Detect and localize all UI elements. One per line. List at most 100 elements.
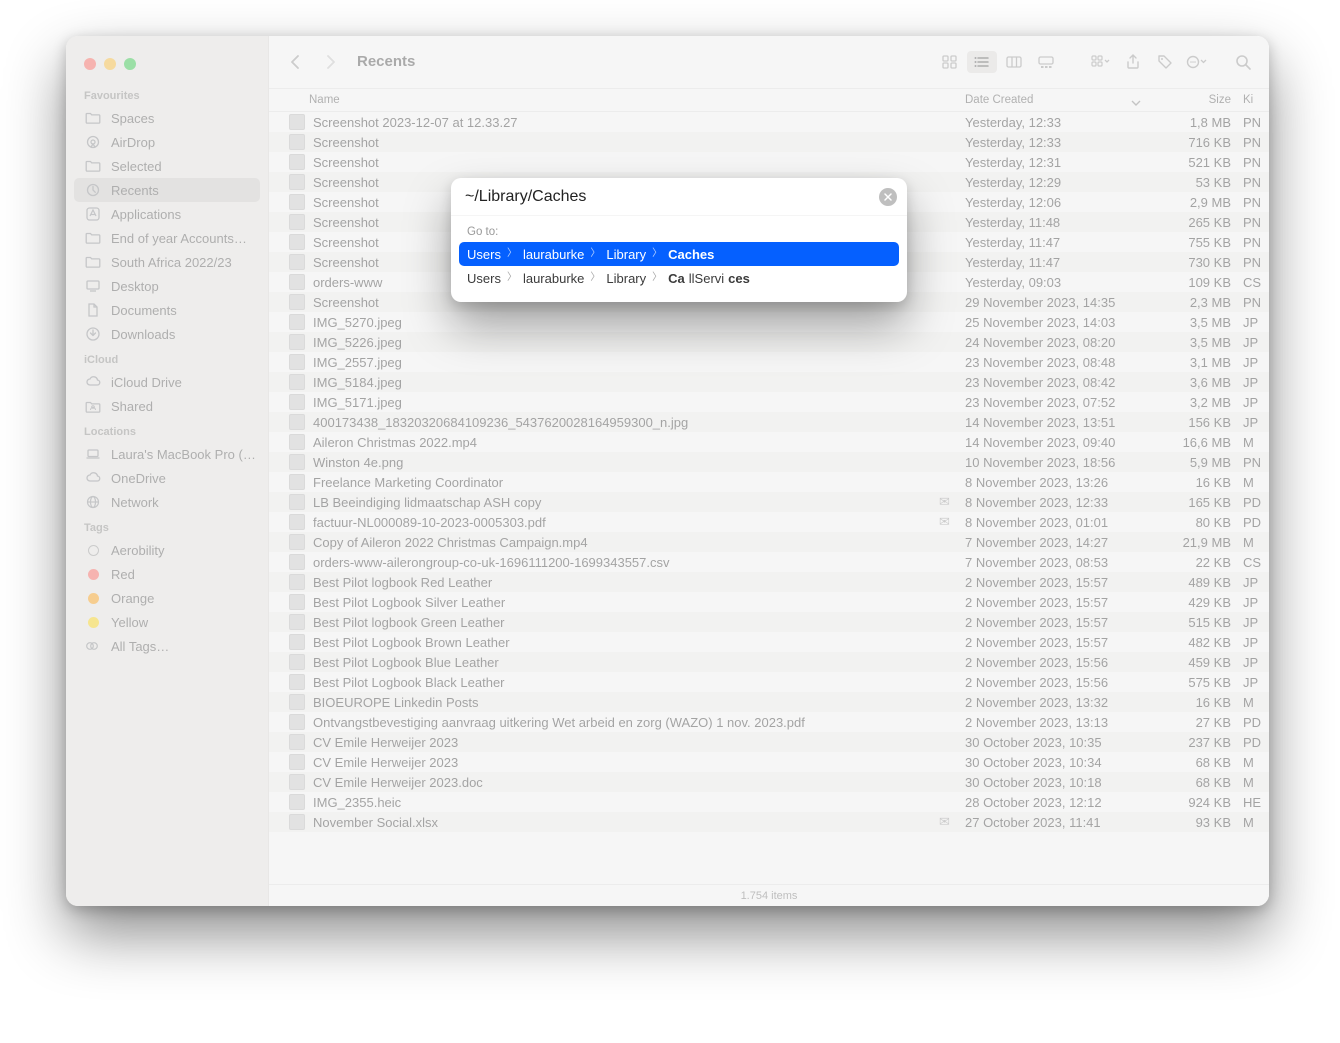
file-row[interactable]: Ontvangstbevestiging aanvraag uitkering …: [269, 712, 1269, 732]
file-row[interactable]: orders-www-ailerongroup-co-uk-1696111200…: [269, 552, 1269, 572]
file-thumb-icon: [289, 534, 305, 550]
file-thumb-icon: [289, 794, 305, 810]
sidebar-item-label: End of year Accounts…: [111, 231, 247, 246]
sidebar-item[interactable]: Downloads: [66, 322, 268, 346]
view-gallery-button[interactable]: [1031, 51, 1061, 73]
sidebar-item[interactable]: Shared: [66, 394, 268, 418]
file-date: 7 November 2023, 08:53: [965, 555, 1147, 570]
file-row[interactable]: ScreenshotYesterday, 12:31521 KBPN: [269, 152, 1269, 172]
file-thumb-icon: [289, 194, 305, 210]
file-row[interactable]: IMG_5184.jpeg23 November 2023, 08:423,6 …: [269, 372, 1269, 392]
sidebar-item[interactable]: Yellow: [66, 610, 268, 634]
file-thumb-icon: [289, 594, 305, 610]
file-row[interactable]: IMG_5270.jpeg25 November 2023, 14:033,5 …: [269, 312, 1269, 332]
col-size[interactable]: Size: [1147, 94, 1239, 106]
view-column-button[interactable]: [999, 51, 1029, 73]
file-row[interactable]: CV Emile Herweijer 202330 October 2023, …: [269, 732, 1269, 752]
file-size: 68 KB: [1147, 755, 1239, 770]
file-row[interactable]: BIOEUROPE Linkedin Posts2 November 2023,…: [269, 692, 1269, 712]
file-row[interactable]: Best Pilot logbook Red Leather2 November…: [269, 572, 1269, 592]
file-row[interactable]: November Social.xlsx✉27 October 2023, 11…: [269, 812, 1269, 832]
file-row[interactable]: CV Emile Herweijer 202330 October 2023, …: [269, 752, 1269, 772]
sidebar-item[interactable]: Applications: [66, 202, 268, 226]
tags-button[interactable]: [1151, 49, 1179, 75]
sidebar-item[interactable]: South Africa 2022/23: [66, 250, 268, 274]
back-button[interactable]: [281, 49, 309, 75]
zoom-window-button[interactable]: [124, 58, 136, 70]
sidebar-item[interactable]: Recents: [74, 178, 260, 202]
sidebar-section-label: Favourites: [84, 90, 268, 102]
sidebar-item[interactable]: iCloud Drive: [66, 370, 268, 394]
file-thumb-icon: [289, 774, 305, 790]
sidebar-item[interactable]: Selected: [66, 154, 268, 178]
actions-menu-button[interactable]: [1183, 49, 1211, 75]
file-thumb-icon: [289, 134, 305, 150]
file-name: Best Pilot Logbook Brown Leather: [313, 635, 510, 650]
sidebar-item[interactable]: Orange: [66, 586, 268, 610]
sidebar-item[interactable]: OneDrive: [66, 466, 268, 490]
file-row[interactable]: Winston 4e.png10 November 2023, 18:565,9…: [269, 452, 1269, 472]
sidebar-item[interactable]: Laura's MacBook Pro (…: [66, 442, 268, 466]
file-row[interactable]: ScreenshotYesterday, 12:33716 KBPN: [269, 132, 1269, 152]
sidebar-item-label: Aerobility: [111, 543, 164, 558]
sidebar-item[interactable]: All Tags…: [66, 634, 268, 658]
file-row[interactable]: LB Beeindiging lidmaatschap ASH copy✉8 N…: [269, 492, 1269, 512]
file-row[interactable]: Freelance Marketing Coordinator8 Novembe…: [269, 472, 1269, 492]
sidebar-item-label: All Tags…: [111, 639, 169, 654]
file-row[interactable]: 400173438_18320320684109236_543762002816…: [269, 412, 1269, 432]
file-row[interactable]: IMG_5171.jpeg23 November 2023, 07:523,2 …: [269, 392, 1269, 412]
file-row[interactable]: factuur-NL000089-10-2023-0005303.pdf✉8 N…: [269, 512, 1269, 532]
col-kind[interactable]: Ki: [1239, 94, 1269, 106]
sidebar-item[interactable]: Network: [66, 490, 268, 514]
sidebar-item-label: AirDrop: [111, 135, 155, 150]
sidebar-item[interactable]: AirDrop: [66, 130, 268, 154]
sidebar-item[interactable]: End of year Accounts…: [66, 226, 268, 250]
view-list-button[interactable]: [967, 51, 997, 73]
file-thumb-icon: [289, 554, 305, 570]
file-date: Yesterday, 12:06: [965, 195, 1147, 210]
goto-input[interactable]: [465, 188, 879, 206]
file-row[interactable]: IMG_2557.jpeg23 November 2023, 08:483,1 …: [269, 352, 1269, 372]
file-row[interactable]: Best Pilot logbook Green Leather2 Novemb…: [269, 612, 1269, 632]
file-row[interactable]: Copy of Aileron 2022 Christmas Campaign.…: [269, 532, 1269, 552]
file-row[interactable]: Best Pilot Logbook Black Leather2 Novemb…: [269, 672, 1269, 692]
file-row[interactable]: CV Emile Herweijer 2023.doc30 October 20…: [269, 772, 1269, 792]
file-kind: PN: [1239, 195, 1269, 210]
sidebar-item[interactable]: Spaces: [66, 106, 268, 130]
col-name[interactable]: Name: [269, 94, 965, 106]
group-menu-button[interactable]: [1087, 49, 1115, 75]
tag-orange-icon: [84, 589, 102, 607]
sidebar-item[interactable]: Aerobility: [66, 538, 268, 562]
goto-suggestion[interactable]: Users〉lauraburke〉Library〉CallServices: [455, 266, 903, 290]
file-row[interactable]: IMG_2355.heic28 October 2023, 12:12924 K…: [269, 792, 1269, 812]
file-thumb-icon: [289, 274, 305, 290]
file-thumb-icon: [289, 574, 305, 590]
sidebar-item[interactable]: Red: [66, 562, 268, 586]
file-name: IMG_5184.jpeg: [313, 375, 402, 390]
file-row[interactable]: Best Pilot Logbook Brown Leather2 Novemb…: [269, 632, 1269, 652]
file-kind: PN: [1239, 215, 1269, 230]
download-icon: [84, 325, 102, 343]
file-row[interactable]: Best Pilot Logbook Blue Leather2 Novembe…: [269, 652, 1269, 672]
file-row[interactable]: Best Pilot Logbook Silver Leather2 Novem…: [269, 592, 1269, 612]
search-button[interactable]: [1229, 49, 1257, 75]
col-date[interactable]: Date Created: [965, 94, 1147, 106]
sidebar-item[interactable]: Desktop: [66, 274, 268, 298]
clear-input-button[interactable]: [879, 188, 897, 206]
forward-button[interactable]: [317, 49, 345, 75]
view-icon-button[interactable]: [935, 51, 965, 73]
file-row[interactable]: IMG_5226.jpeg24 November 2023, 08:203,5 …: [269, 332, 1269, 352]
sidebar-item[interactable]: Documents: [66, 298, 268, 322]
minimize-window-button[interactable]: [104, 58, 116, 70]
file-name: IMG_5226.jpeg: [313, 335, 402, 350]
close-window-button[interactable]: [84, 58, 96, 70]
file-row[interactable]: Screenshot 2023-12-07 at 12.33.27Yesterd…: [269, 112, 1269, 132]
sidebar-item-label: Orange: [111, 591, 154, 606]
file-row[interactable]: Aileron Christmas 2022.mp414 November 20…: [269, 432, 1269, 452]
file-date: Yesterday, 12:33: [965, 135, 1147, 150]
goto-suggestion[interactable]: Users〉lauraburke〉Library〉Caches: [459, 242, 899, 266]
file-thumb-icon: [289, 354, 305, 370]
file-size: 489 KB: [1147, 575, 1239, 590]
file-thumb-icon: [289, 154, 305, 170]
share-button[interactable]: [1119, 49, 1147, 75]
